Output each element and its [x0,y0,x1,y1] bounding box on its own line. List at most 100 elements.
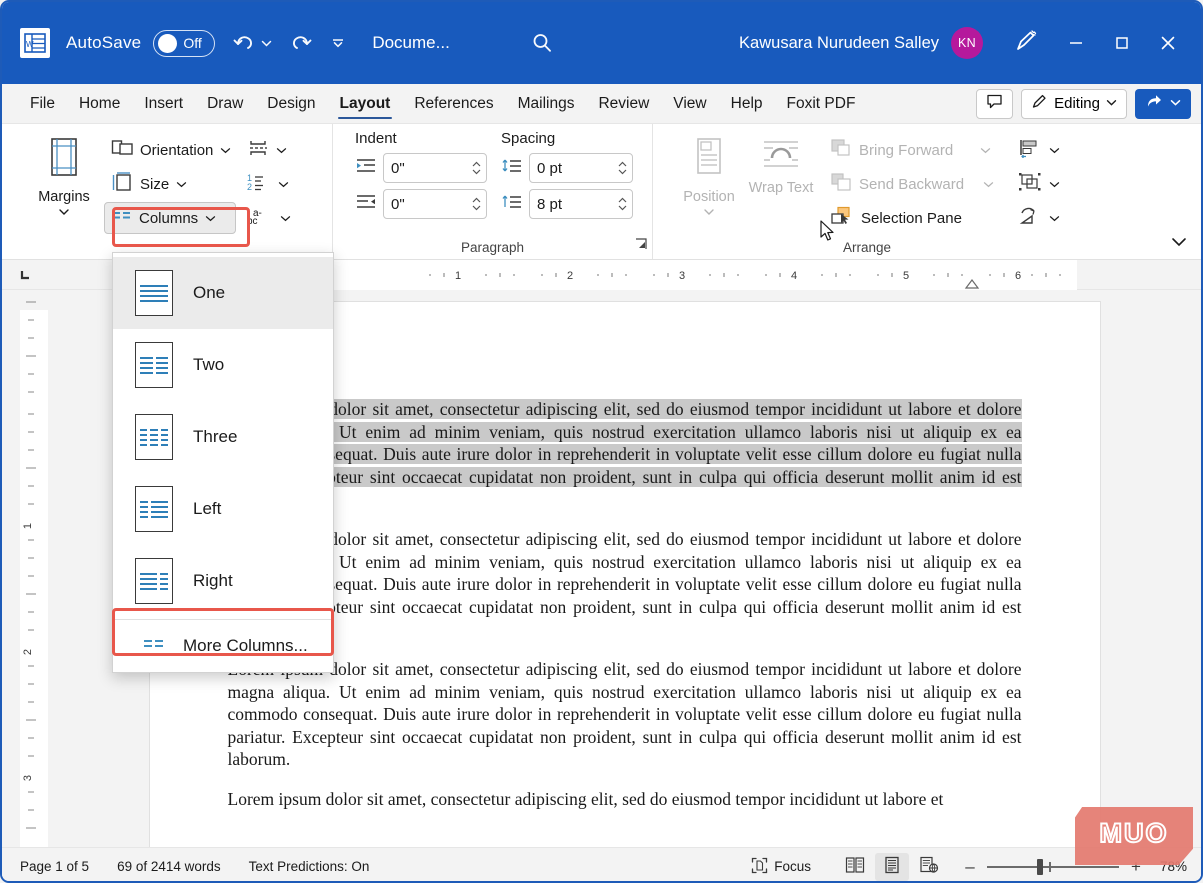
bring-forward-chevron-down-icon [980,142,991,159]
svg-text:3: 3 [679,270,685,282]
align-objects-icon [1018,138,1042,162]
bring-forward-button[interactable]: Bring Forward [823,134,1001,166]
columns-button[interactable]: Columns [104,202,236,234]
autosave-toggle[interactable]: Off [153,30,215,57]
spacing-before-input[interactable]: 0 pt [529,153,633,183]
menu-separator [113,619,333,620]
indent-right-row: 0" [355,189,487,219]
tab-references[interactable]: References [402,84,505,123]
tab-review[interactable]: Review [586,84,661,123]
zoom-out-button[interactable]: – [963,857,977,877]
page-size-icon [111,171,133,197]
columns-menu-item-one[interactable]: One [113,257,333,329]
collapse-ribbon-chevron-down-icon[interactable] [1171,235,1187,253]
zoom-in-button[interactable]: + [1129,857,1143,877]
close-icon[interactable] [1145,23,1191,63]
tab-stop-left-icon[interactable] [2,260,48,290]
columns-menu-item-three[interactable]: Three [113,401,333,473]
rotate-chevron-down-icon [1049,210,1060,227]
orientation-button[interactable]: Orientation [104,134,238,166]
align-button[interactable] [1011,134,1067,166]
indent-right-input[interactable]: 0" [383,189,487,219]
dialog-launcher-icon[interactable] [634,237,648,256]
comments-button[interactable] [976,89,1013,119]
tab-help[interactable]: Help [719,84,775,123]
undo-icon[interactable] [231,31,257,55]
tab-insert[interactable]: Insert [132,84,195,123]
page-status[interactable]: Page 1 of 5 [20,859,89,874]
zoom-slider-thumb[interactable] [1037,859,1043,875]
avatar[interactable]: KN [951,27,983,59]
send-backward-button[interactable]: Send Backward [823,168,1001,200]
paragraph-1[interactable]: Lorem ipsum dolor sit amet, consectetur … [228,398,1022,511]
user-name-label: Kawusara Nurudeen Salley [739,34,939,53]
spacing-after-stepper[interactable] [614,195,630,213]
columns-left-icon [135,486,173,532]
zoom-controls: – + 78% [963,857,1187,877]
group-button[interactable] [1011,168,1067,200]
paragraph-4[interactable]: Lorem ipsum dolor sit amet, consectetur … [228,788,1022,811]
svg-text:1: 1 [22,523,34,529]
indent-left-stepper[interactable] [468,159,484,177]
print-layout-button[interactable] [875,853,909,881]
vertical-ruler[interactable]: 1 2 3 [2,290,48,847]
tab-layout[interactable]: Layout [328,84,403,123]
selection-pane-button[interactable]: Selection Pane [823,202,1001,234]
search-icon[interactable] [530,31,554,55]
rotate-button[interactable] [1011,202,1067,234]
columns-one-icon [135,270,173,316]
tab-view[interactable]: View [661,84,718,123]
word-count[interactable]: 69 of 2414 words [117,859,221,874]
line-numbers-button[interactable]: 1 2 [240,168,298,200]
editing-mode-button[interactable]: Editing [1021,89,1127,119]
indent-left-input[interactable]: 0" [383,153,487,183]
tab-mailings[interactable]: Mailings [506,84,587,123]
zoom-level-label[interactable]: 78% [1153,859,1187,874]
more-columns-item[interactable]: More Columns... [113,622,333,670]
paragraph-2[interactable]: Lorem ipsum dolor sit amet, consectetur … [228,528,1022,641]
undo-chevron-down-icon[interactable] [261,38,272,49]
paragraph-3[interactable]: Lorem ipsum dolor sit amet, consectetur … [228,658,1022,771]
breaks-button[interactable] [240,134,298,166]
pen-highlighter-icon[interactable] [1013,28,1039,59]
spacing-after-value: 8 pt [537,196,614,213]
minimize-icon[interactable] [1053,23,1099,63]
tab-draw[interactable]: Draw [195,84,255,123]
columns-menu-item-left[interactable]: Left [113,473,333,545]
hyphenation-button[interactable]: a- bc [240,202,298,234]
status-bar: Page 1 of 5 69 of 2414 words Text Predic… [2,847,1201,883]
paragraph-1-text: Lorem ipsum dolor sit amet, consectetur … [228,399,1022,509]
spacing-header: Spacing [501,130,633,147]
toggle-knob [158,34,177,53]
ribbon-tabs-right: Editing [976,84,1201,123]
tab-home[interactable]: Home [67,84,132,123]
comment-icon [986,93,1003,114]
web-layout-button[interactable] [911,853,947,881]
margins-button[interactable]: Margins [28,130,100,259]
spacing-after-input[interactable]: 8 pt [529,189,633,219]
tab-foxit-pdf[interactable]: Foxit PDF [775,84,868,123]
word-logo-icon[interactable]: W [20,28,50,58]
tab-file[interactable]: File [18,84,67,123]
focus-button[interactable]: Focus [743,853,819,881]
breaks-icon [247,138,269,162]
columns-chevron-down-icon [205,210,216,227]
size-button[interactable]: Size [104,168,238,200]
maximize-icon[interactable] [1099,23,1145,63]
columns-menu-item-two[interactable]: Two [113,329,333,401]
read-mode-button[interactable] [837,853,873,881]
redo-icon[interactable] [288,31,314,55]
pencil-icon [1031,93,1048,114]
account-area[interactable]: Kawusara Nurudeen Salley KN [739,23,1191,63]
tab-design[interactable]: Design [255,84,327,123]
svg-text:5: 5 [903,270,909,282]
share-button[interactable] [1135,89,1191,119]
spacing-before-stepper[interactable] [614,159,630,177]
zoom-slider[interactable] [987,859,1119,875]
document-title[interactable]: Docume... [372,33,449,53]
columns-menu-item-right[interactable]: Right [113,545,333,617]
ribbon-group-paragraph: Indent 0" [332,124,652,259]
customize-qat-chevron-down-icon[interactable] [330,36,346,50]
text-predictions-status[interactable]: Text Predictions: On [249,859,370,874]
indent-right-stepper[interactable] [468,195,484,213]
